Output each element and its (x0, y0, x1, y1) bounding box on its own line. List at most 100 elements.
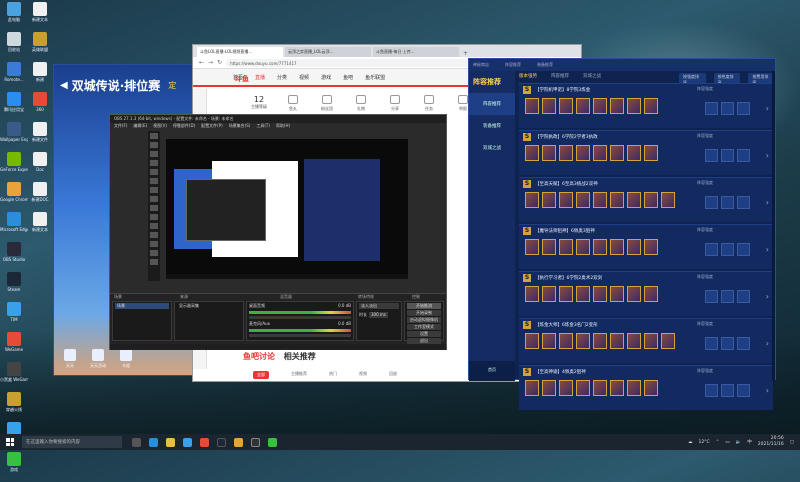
related-tab[interactable]: 视频 (359, 371, 367, 379)
app-side-item[interactable]: 阵容推荐 (469, 93, 515, 115)
app-tab[interactable]: 版本强势 (519, 73, 537, 79)
obs-control-button[interactable]: 启动虚拟摄像机 (407, 317, 441, 323)
taskbar-search-input[interactable]: 在这里输入你要搜索的内容 (22, 436, 122, 448)
app-top-tab[interactable]: 神秘商店 (473, 62, 489, 68)
champion-portrait[interactable] (559, 380, 573, 396)
champion-portrait[interactable] (559, 286, 573, 302)
site-nav-item[interactable]: 鱼吧 (343, 74, 353, 81)
obs-control-button[interactable]: 开始录制 (407, 310, 441, 316)
champion-portrait[interactable] (610, 239, 624, 255)
desktop-icon[interactable]: 新建DOC (26, 182, 54, 209)
champion-portrait[interactable] (525, 380, 539, 396)
champion-portrait[interactable] (661, 192, 675, 208)
desktop-icon[interactable]: TIM (0, 302, 28, 329)
champion-portrait[interactable] (559, 192, 573, 208)
back-icon[interactable]: ← (199, 59, 204, 66)
desktop-icon[interactable]: GeForce Experience (0, 152, 28, 179)
desktop-icon[interactable]: 穿越火线 (0, 392, 28, 419)
chevron-up-icon[interactable]: ⌃ (716, 440, 720, 445)
comp-row[interactable]: S 【魔导法师狙神】6佩奥3狙神 阵容强度 › (519, 224, 773, 269)
site-tool[interactable]: 12 主播等级 (251, 95, 267, 112)
app-scrollbar[interactable] (772, 71, 775, 381)
comp-row[interactable]: S 【执行学习者】6学院2奥术2双剑 阵容强度 › (519, 271, 773, 316)
champion-portrait[interactable] (542, 239, 556, 255)
related-tab[interactable]: 回放 (389, 371, 397, 379)
champion-portrait[interactable] (644, 286, 658, 302)
champion-portrait[interactable] (644, 380, 658, 396)
champion-portrait[interactable] (525, 145, 539, 161)
champion-portrait[interactable] (576, 333, 590, 349)
champion-portrait[interactable] (627, 380, 641, 396)
site-nav-item[interactable]: 游戏 (321, 74, 331, 81)
champion-portrait[interactable] (644, 192, 658, 208)
game-footer-item[interactable]: 天天 (60, 349, 80, 369)
obs-menu-item[interactable]: 帮助(H) (276, 123, 290, 130)
item-icon[interactable] (737, 337, 750, 350)
item-icon[interactable] (705, 384, 718, 397)
reload-icon[interactable]: ↻ (217, 59, 222, 66)
obs-menu-item[interactable]: 视图(V) (153, 123, 167, 130)
volume-icon[interactable]: 🔈 (736, 440, 742, 445)
champion-portrait[interactable] (593, 192, 607, 208)
desktop-icon[interactable]: 腾讯应用宝 (0, 92, 28, 119)
chevron-right-icon[interactable]: › (766, 386, 769, 395)
app-top-tab[interactable]: 阵容推荐 (505, 62, 521, 68)
duration-input[interactable]: 300 ms (369, 312, 388, 318)
desktop-icon[interactable]: 英雄联盟 (26, 32, 54, 59)
champion-portrait[interactable] (576, 98, 590, 114)
browser-tab[interactable]: 云顶之弈直播_LOL云顶... (285, 47, 371, 57)
champion-portrait[interactable] (661, 333, 675, 349)
chevron-right-icon[interactable]: › (766, 104, 769, 113)
champion-portrait[interactable] (559, 145, 573, 161)
champion-portrait[interactable] (593, 98, 607, 114)
item-icon[interactable] (705, 243, 718, 256)
champion-portrait[interactable] (525, 286, 539, 302)
champion-portrait[interactable] (610, 98, 624, 114)
obs-control-button[interactable]: 设置 (407, 331, 441, 337)
champion-portrait[interactable] (593, 380, 607, 396)
obs-menu-item[interactable]: 编辑(E) (133, 123, 147, 130)
chevron-right-icon[interactable]: › (766, 292, 769, 301)
desktop-icon[interactable]: 游戏 (0, 452, 28, 479)
transition-select[interactable]: 淡入淡出 (359, 303, 399, 309)
champion-portrait[interactable] (593, 333, 607, 349)
desktop-icon[interactable]: Wallpaper Engine (0, 122, 28, 149)
champion-portrait[interactable] (627, 98, 641, 114)
related-tab[interactable]: 主播推荐 (291, 371, 307, 379)
item-icon[interactable] (705, 337, 718, 350)
steam-icon[interactable] (217, 437, 226, 447)
app-side-item[interactable]: 双城之战 (469, 137, 515, 159)
item-icon[interactable] (737, 196, 750, 209)
champion-portrait[interactable] (542, 98, 556, 114)
clock[interactable]: 20:56 2021/11/16 (758, 436, 784, 448)
champion-portrait[interactable] (644, 98, 658, 114)
desktop-icon[interactable]: OBS Studio (0, 242, 28, 269)
obs-icon[interactable] (251, 437, 260, 447)
item-icon[interactable] (705, 196, 718, 209)
site-tool[interactable]: 分享 (387, 95, 403, 112)
desktop-icon[interactable]: 回收站 (0, 32, 28, 59)
qq-icon[interactable] (183, 437, 192, 447)
desktop-icon[interactable]: Romote... (0, 62, 28, 89)
champion-portrait[interactable] (644, 239, 658, 255)
champion-portrait[interactable] (627, 333, 641, 349)
related-tab[interactable]: 全部 (253, 371, 269, 379)
champion-portrait[interactable] (610, 380, 624, 396)
champion-portrait[interactable] (542, 192, 556, 208)
site-nav-item[interactable]: 视频 (299, 74, 309, 81)
site-nav-item[interactable]: 直播 (255, 74, 265, 81)
forward-icon[interactable]: → (208, 59, 213, 66)
site-tool[interactable]: 礼物 (353, 95, 369, 112)
champion-portrait[interactable] (559, 98, 573, 114)
new-tab-icon[interactable]: + (463, 50, 468, 57)
notification-icon[interactable]: ▢ (790, 440, 794, 445)
champion-portrait[interactable] (542, 286, 556, 302)
task-view-icon[interactable] (132, 437, 141, 447)
champion-portrait[interactable] (593, 145, 607, 161)
comp-row[interactable]: S 【学院机甲诺】8学院3炼金 阵容强度 › (519, 83, 773, 128)
obs-menu-item[interactable]: 停靠部件(D) (173, 123, 195, 130)
desktop-icon[interactable]: 小黑盒 WeGame (0, 362, 28, 389)
champion-portrait[interactable] (576, 380, 590, 396)
desktop-icon[interactable]: 新建 (26, 62, 54, 89)
app-top-tab[interactable]: 装备推荐 (537, 62, 553, 68)
